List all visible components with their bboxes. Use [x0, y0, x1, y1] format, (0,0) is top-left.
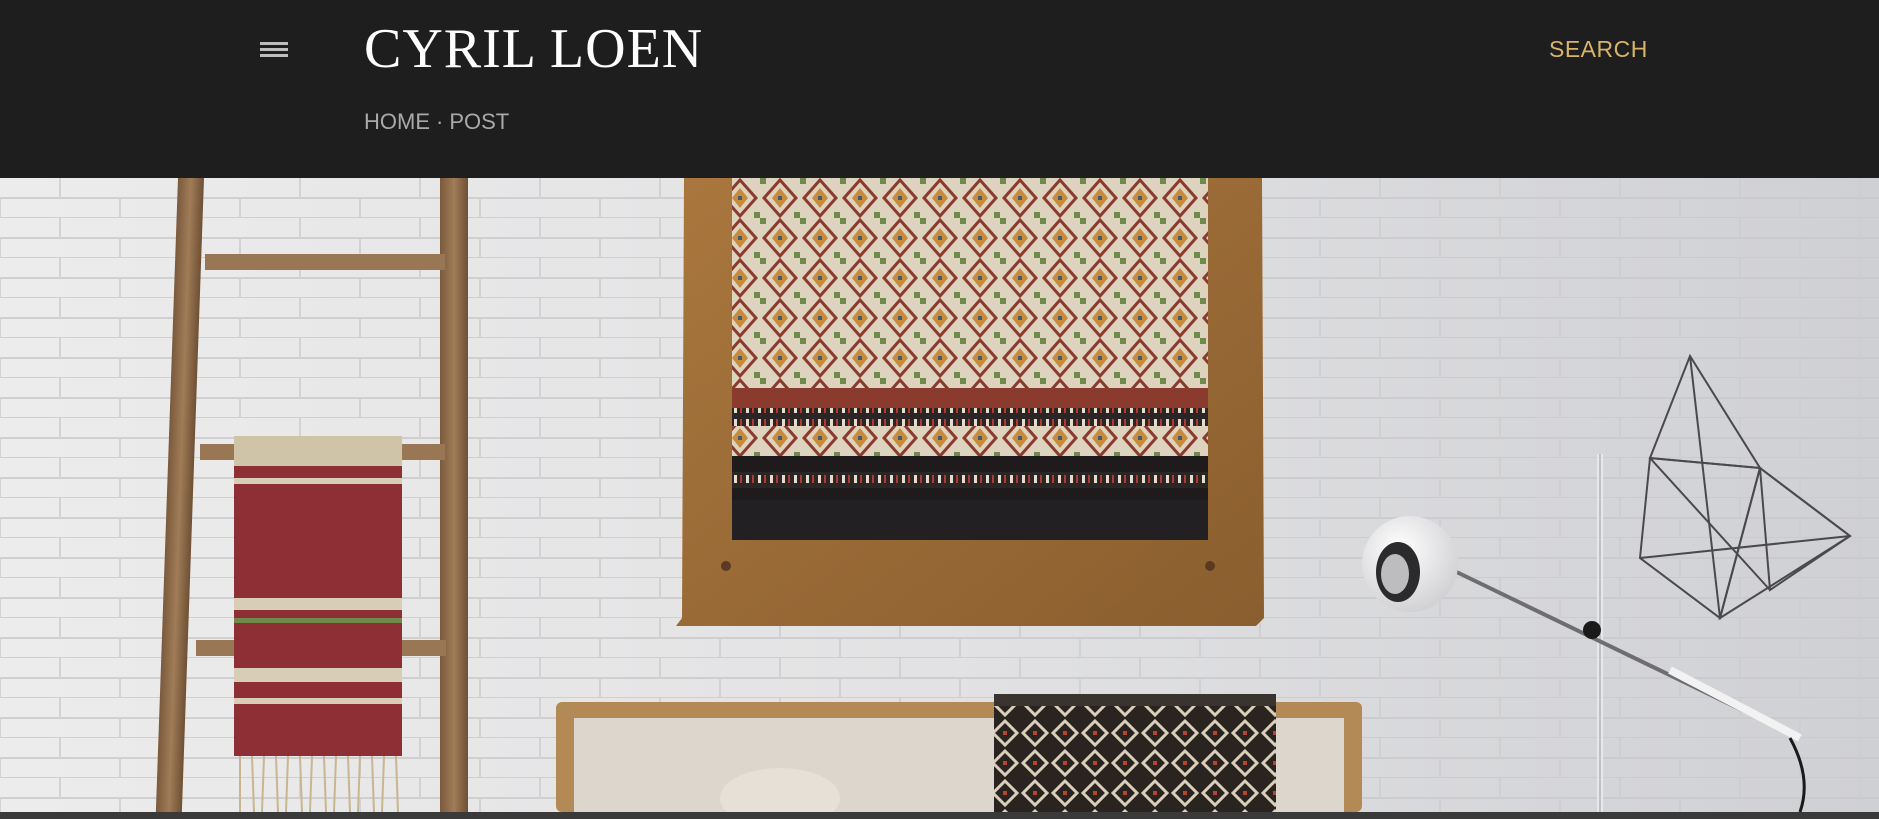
hero-image	[0, 178, 1879, 812]
breadcrumb: HOME · POST	[364, 108, 509, 136]
menu-button[interactable]	[256, 34, 292, 64]
wall-tapestry	[676, 178, 1264, 626]
bottom-scroll-edge	[0, 812, 1879, 819]
search-link[interactable]: SEARCH	[1549, 34, 1648, 64]
hamburger-menu-icon	[260, 42, 288, 57]
breadcrumb-separator: ·	[436, 109, 444, 134]
hero-photo-illustration	[0, 178, 1879, 812]
breadcrumb-home-link[interactable]: HOME	[364, 109, 430, 134]
site-title[interactable]: CYRIL LOEN	[364, 14, 703, 84]
patterned-throw	[994, 694, 1276, 812]
breadcrumb-current: POST	[449, 109, 510, 134]
site-header: CYRIL LOEN SEARCH HOME · POST	[0, 0, 1879, 178]
red-striped-throw	[234, 436, 402, 812]
